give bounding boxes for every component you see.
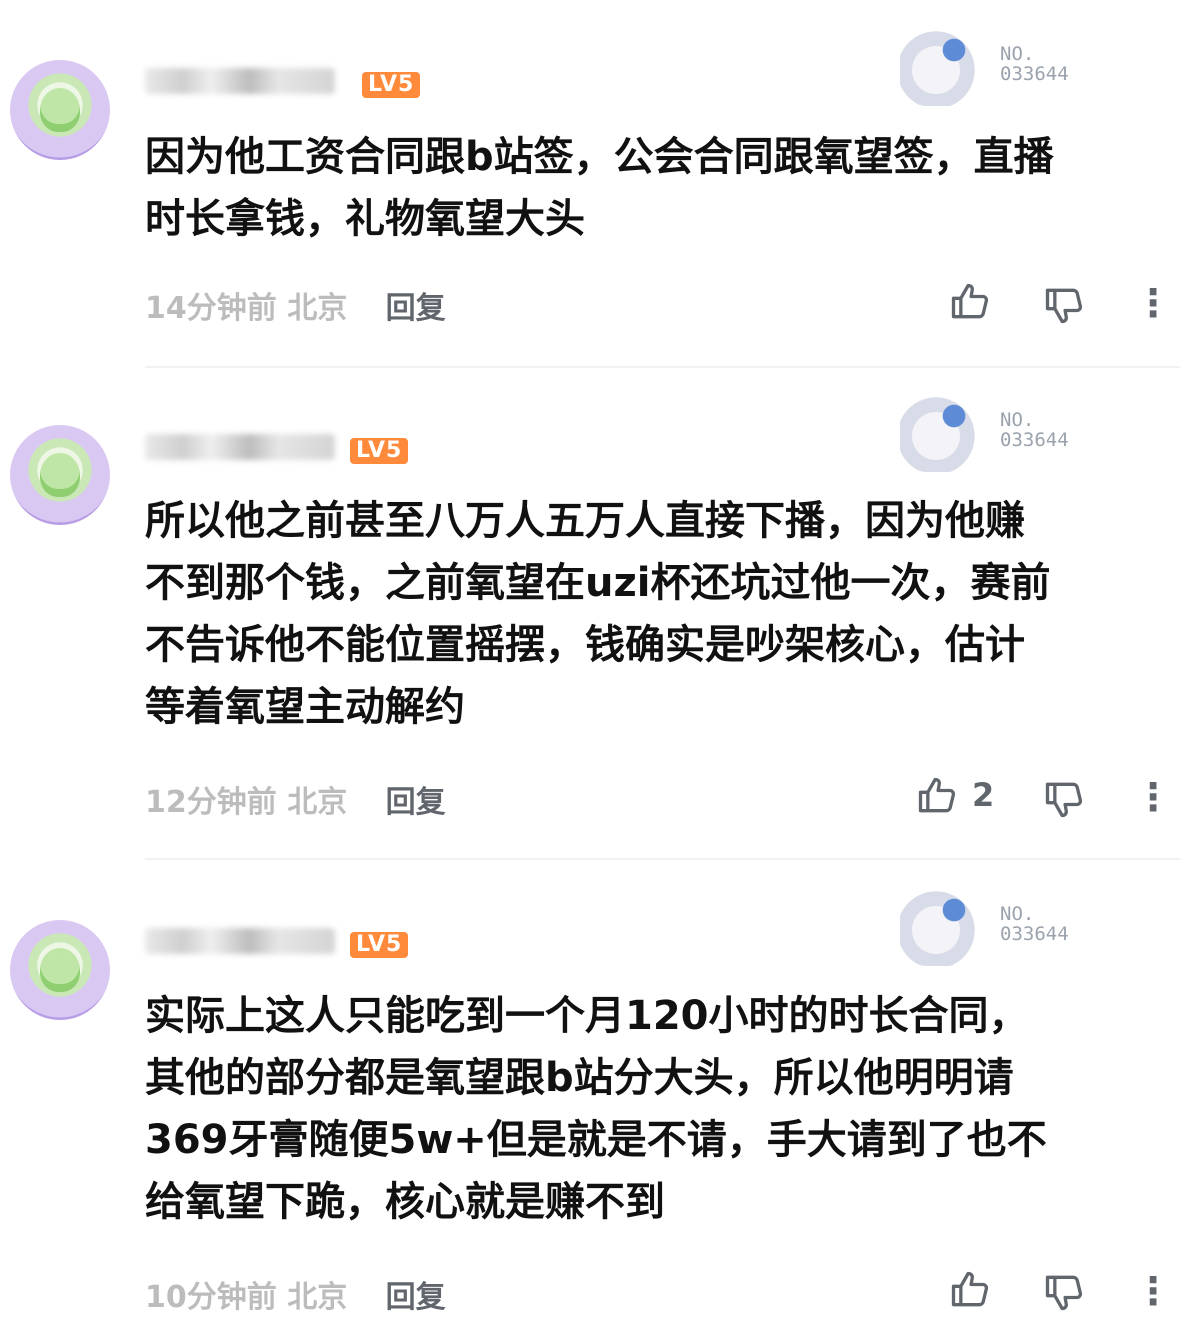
thumb-up-icon[interactable]	[915, 774, 959, 818]
divider	[145, 858, 1180, 860]
reply-button[interactable]: 回复	[386, 291, 446, 326]
comment-text: 因为他工资合同跟b站签，公会合同跟氧望签，直播 时长拿钱，礼物氧望大头	[145, 134, 1054, 242]
like-count: 2	[972, 776, 995, 814]
level-badge: LV5	[350, 932, 409, 958]
badge-character-image	[900, 886, 990, 966]
comment-location: 北京	[287, 785, 348, 820]
badge-number: NO. 033644	[1000, 43, 1069, 85]
level-badge: LV5	[362, 72, 421, 98]
comment-location: 北京	[287, 291, 348, 326]
comment-meta: 12分钟前 北京 回复	[145, 777, 446, 821]
reply-button[interactable]: 回复	[386, 1280, 446, 1315]
more-vertical-icon[interactable]: ⋮	[1134, 1272, 1172, 1310]
thumb-down-icon[interactable]	[1042, 1270, 1086, 1314]
more-vertical-icon[interactable]: ⋮	[1134, 778, 1172, 816]
fan-badge[interactable]: NO. 033644	[900, 22, 1100, 108]
badge-character-image	[900, 26, 990, 106]
badge-number: NO. 033644	[1000, 903, 1069, 945]
fan-badge[interactable]: NO. 033644	[900, 388, 1100, 474]
avatar[interactable]	[10, 425, 110, 525]
comment-location: 北京	[287, 1280, 348, 1315]
thumb-down-icon[interactable]	[1042, 283, 1086, 327]
more-vertical-icon[interactable]: ⋮	[1134, 284, 1172, 322]
thumb-down-icon[interactable]	[1042, 777, 1086, 821]
badge-character-image	[900, 392, 990, 472]
thumb-up-icon[interactable]	[948, 1268, 992, 1312]
fan-badge[interactable]: NO. 033644	[900, 882, 1100, 968]
username-blurred[interactable]	[145, 68, 335, 94]
thumb-up-icon[interactable]	[948, 280, 992, 324]
comment-meta: 14分钟前 北京 回复	[145, 283, 446, 327]
comment-meta: 10分钟前 北京 回复	[145, 1272, 446, 1316]
divider	[145, 366, 1180, 368]
avatar[interactable]	[10, 60, 110, 160]
comment-time: 10分钟前	[145, 1280, 277, 1315]
avatar[interactable]	[10, 920, 110, 1020]
comment-time: 14分钟前	[145, 291, 277, 326]
username-blurred[interactable]	[145, 928, 335, 954]
username-blurred[interactable]	[145, 434, 335, 460]
level-badge: LV5	[350, 438, 409, 464]
comment-text: 实际上这人只能吃到一个月120小时的时长合同， 其他的部分都是氧望跟b站分大头，…	[145, 993, 1047, 1225]
comment-time: 12分钟前	[145, 785, 277, 820]
reply-button[interactable]: 回复	[386, 785, 446, 820]
badge-number: NO. 033644	[1000, 409, 1069, 451]
comment-text: 所以他之前甚至八万人五万人直接下播，因为他赚 不到那个钱，之前氧望在uzi杯还坑…	[145, 498, 1051, 730]
